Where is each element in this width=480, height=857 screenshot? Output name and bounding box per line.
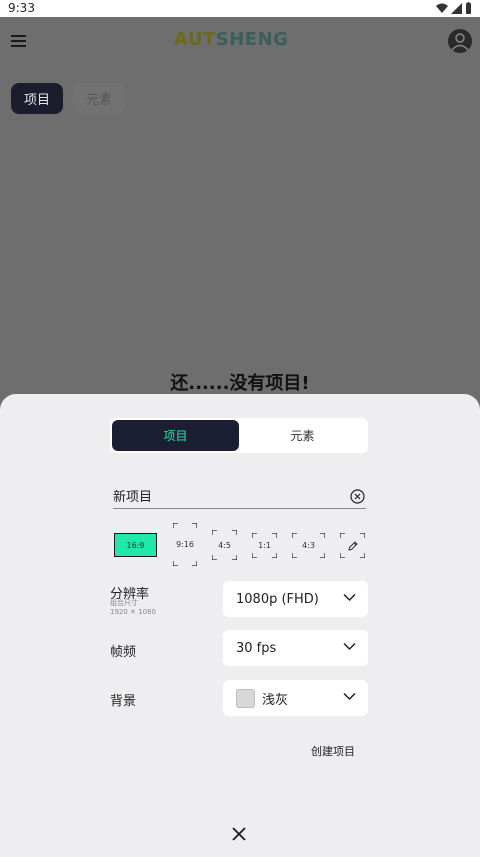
status-time: 9:33: [8, 1, 35, 15]
resolution-select[interactable]: 1080p (FHD): [223, 581, 368, 617]
logo-part-1: AUT: [174, 29, 216, 50]
ratio-4-5[interactable]: 4:5: [212, 530, 237, 560]
logo-part-2: SHENG: [215, 29, 289, 50]
wifi-icon: [436, 3, 448, 13]
ratio-4-3[interactable]: 4:3: [292, 533, 325, 558]
ratio-label: 1:1: [258, 541, 271, 550]
project-name-row: [113, 487, 366, 509]
battery-icon: [466, 2, 471, 14]
ratio-label: 4:5: [218, 540, 231, 550]
resolution-value: 1080p (FHD): [236, 591, 319, 607]
new-project-sheet: 项目 元素 16:9 9:16 4:5 1:1 4:3: [0, 394, 480, 857]
aspect-ratio-options: 16:9 9:16 4:5 1:1 4:3: [113, 523, 366, 567]
pencil-edit-icon: [347, 540, 358, 551]
type-segmented-control: 项目 元素: [110, 418, 368, 453]
framerate-label: 帧频: [110, 645, 137, 660]
hamburger-menu-icon[interactable]: [11, 35, 26, 47]
system-icons: [436, 2, 472, 14]
background-color-swatch: [236, 688, 255, 708]
project-name-input[interactable]: [113, 488, 343, 503]
framerate-value: 30 fps: [236, 640, 277, 656]
app-logo: AUTSHENG: [174, 29, 288, 50]
background-select[interactable]: 浅灰: [223, 680, 368, 716]
user-avatar-icon[interactable]: [448, 29, 472, 53]
create-project-button[interactable]: 创建项目: [305, 739, 361, 763]
top-bar: AUTSHENG: [0, 17, 480, 65]
empty-state-message: 还......没有项目!: [170, 373, 310, 394]
chevron-down-icon: [343, 642, 356, 651]
tab-projects[interactable]: 项目: [11, 83, 64, 114]
ratio-label: 9:16: [176, 540, 194, 549]
ratio-1-1[interactable]: 1:1: [252, 533, 277, 558]
ratio-9-16[interactable]: 9:16: [173, 523, 197, 566]
resolution-sublabel: 组合尺寸: [110, 599, 138, 607]
segment-elements[interactable]: 元素: [239, 420, 366, 451]
ratio-label: 4:3: [302, 541, 315, 550]
segment-projects[interactable]: 项目: [112, 420, 239, 451]
chevron-down-icon: [343, 692, 356, 701]
chevron-down-icon: [343, 593, 356, 602]
status-bar: 9:33: [0, 0, 480, 17]
ratio-label: 16:9: [126, 540, 145, 550]
clear-circle-icon[interactable]: [350, 489, 365, 504]
framerate-select[interactable]: 30 fps: [223, 630, 368, 666]
tab-elements[interactable]: 元素: [73, 83, 126, 114]
signal-icon: [451, 2, 462, 14]
main-tabs: 项目 元素: [11, 83, 126, 114]
resolution-size: 1920 ✕ 1080: [110, 608, 156, 616]
close-x-icon[interactable]: [231, 826, 247, 842]
ratio-16-9[interactable]: 16:9: [114, 533, 157, 557]
ratio-custom[interactable]: [340, 533, 365, 558]
background-label: 背景: [110, 694, 137, 709]
background-value: 浅灰: [262, 692, 289, 708]
